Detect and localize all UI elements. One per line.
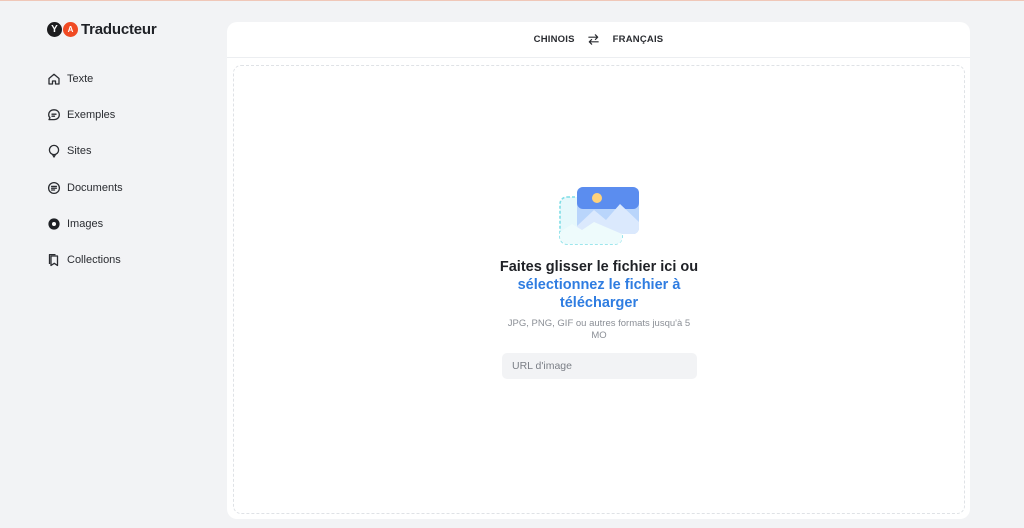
sidebar-item-label: Sites (67, 145, 92, 158)
translate-badge: A (63, 22, 78, 37)
swap-arrows-icon[interactable] (587, 33, 601, 47)
home-icon (47, 72, 61, 86)
file-format-hint: JPG, PNG, GIF ou autres formats jusqu'à … (507, 318, 691, 341)
sidebar-item-images[interactable]: Images (47, 206, 217, 242)
sidebar-item-documents[interactable]: Documents (47, 170, 217, 206)
top-accent-line (0, 0, 1024, 1)
dropzone-title: Faites glisser le fichier ici ou sélecti… (494, 258, 704, 312)
language-bar: CHINOIS FRANÇAIS (227, 22, 970, 58)
image-url-input[interactable] (502, 353, 697, 379)
sidebar-item-label: Texte (67, 73, 94, 86)
yandex-badge: Y (47, 22, 62, 37)
app-title: Traducteur (81, 21, 157, 38)
image-upload-illustration (559, 187, 639, 245)
globe-pin-icon (47, 144, 61, 159)
bookmark-collection-icon (47, 253, 61, 267)
sidebar-item-label: Collections (67, 254, 121, 267)
image-circle-icon (47, 217, 61, 231)
sidebar-item-exemples[interactable]: Exemples (47, 97, 217, 133)
dropzone-title-text: Faites glisser le fichier ici ou (499, 259, 699, 275)
sidebar-item-label: Exemples (67, 109, 116, 122)
source-language-button[interactable]: CHINOIS (534, 34, 575, 45)
sidebar-item-label: Images (67, 217, 104, 230)
target-language-button[interactable]: FRANÇAIS (613, 34, 664, 45)
app-logo[interactable]: Y A Traducteur (47, 21, 157, 38)
document-icon (47, 181, 61, 195)
image-translation-panel: CHINOIS FRANÇAIS Faites glisser le fichi… (227, 22, 970, 519)
sidebar-item-label: Documents (67, 181, 123, 194)
sidebar-nav: Texte Exemples Sites Documents Images Co… (47, 61, 217, 278)
sidebar-item-texte[interactable]: Texte (47, 61, 217, 97)
image-dropzone[interactable]: Faites glisser le fichier ici ou sélecti… (233, 65, 965, 514)
select-file-link[interactable]: sélectionnez le fichier à télécharger (518, 277, 681, 311)
sidebar-item-sites[interactable]: Sites (47, 133, 217, 169)
sidebar-item-collections[interactable]: Collections (47, 242, 217, 278)
chat-bubble-icon (47, 108, 61, 122)
